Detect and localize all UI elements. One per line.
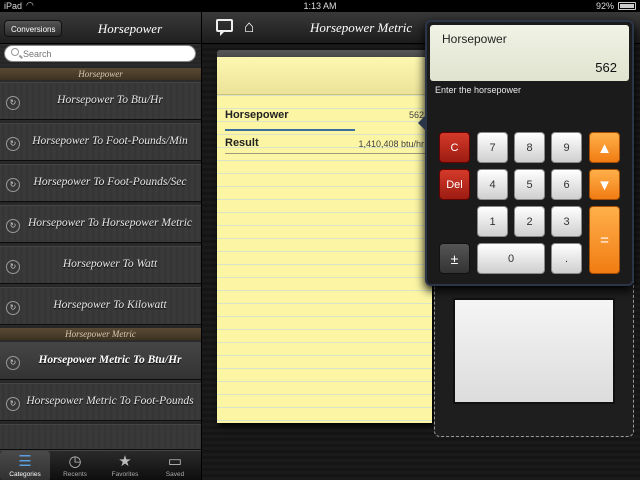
page-title: Horsepower Metric: [310, 20, 413, 35]
status-bar: iPad ◠ 1:13 AM 92%: [0, 0, 640, 12]
tab-saved[interactable]: ▭ Saved: [150, 451, 200, 480]
list-item[interactable]: ↻ Horsepower To Kilowatt: [0, 287, 201, 325]
wifi-icon: ◠: [26, 0, 34, 10]
convert-icon: ↻: [6, 137, 20, 151]
list-item-partial[interactable]: [0, 424, 201, 450]
display-label: Horsepower: [442, 32, 507, 46]
calculator-display: Horsepower 562: [430, 25, 629, 81]
search-bar[interactable]: [4, 45, 196, 62]
key-5[interactable]: 5: [514, 169, 545, 200]
convert-icon: ↻: [6, 260, 20, 274]
list-item-label: Horsepower To Btu/Hr: [57, 94, 163, 106]
tab-label: Saved: [165, 471, 185, 478]
convert-icon: ↻: [6, 178, 20, 192]
down-arrow-button[interactable]: ▼: [589, 169, 620, 200]
back-button[interactable]: Conversions: [4, 20, 63, 37]
list-item-label: Horsepower To Foot-Pounds/Sec: [33, 176, 187, 188]
list-item[interactable]: ↻ Horsepower To Foot-Pounds/Sec: [0, 164, 201, 202]
calculator-popover: Horsepower 562 Enter the horsepower C 7 …: [418, 20, 634, 286]
sidebar-title: Horsepower: [97, 21, 163, 36]
clock-icon: ◷: [68, 453, 82, 470]
convert-icon: ↻: [6, 96, 20, 110]
notepad-curl: [217, 57, 432, 95]
display-value: 562: [595, 60, 617, 75]
list-item-label: Horsepower Metric To Foot-Pounds: [26, 395, 194, 407]
key-0[interactable]: 0: [477, 243, 545, 274]
up-arrow-button[interactable]: ▲: [589, 132, 620, 163]
carrier-label: iPad: [4, 1, 23, 11]
convert-icon: ↻: [6, 219, 20, 233]
convert-icon: ↻: [6, 301, 20, 315]
tab-bar: ☰ Categories ◷ Recents ★ Favorites ▭ Sav…: [0, 450, 201, 480]
list-item-label: Horsepower To Watt: [62, 258, 158, 270]
decimal-button[interactable]: .: [551, 243, 582, 274]
tab-favorites[interactable]: ★ Favorites: [100, 451, 150, 480]
list-item[interactable]: ↻ Horsepower To Btu/Hr: [0, 82, 201, 120]
key-2[interactable]: 2: [514, 206, 545, 237]
section-header-horsepower: Horsepower: [0, 68, 201, 80]
tab-label: Favorites: [111, 471, 139, 478]
search-icon: [11, 48, 19, 56]
list-item[interactable]: ↻ Horsepower To Horsepower Metric: [0, 205, 201, 243]
tab-label: Categories: [9, 471, 41, 478]
result-label: Result: [225, 137, 259, 149]
sidebar-header: Conversions Horsepower: [0, 12, 201, 44]
key-3[interactable]: 3: [551, 206, 582, 237]
sidebar: Conversions Horsepower Horsepower ↻ Hors…: [0, 12, 201, 450]
list-item[interactable]: ↻ Horsepower To Watt: [0, 246, 201, 284]
white-card: [453, 298, 615, 404]
convert-icon: ↻: [6, 397, 20, 411]
list-item-selected[interactable]: ↻ Horsepower Metric To Btu/Hr: [0, 342, 201, 380]
tab-label: Recents: [63, 471, 87, 478]
folder-icon: ▭: [167, 453, 183, 470]
key-1[interactable]: 1: [477, 206, 508, 237]
battery-icon: [618, 2, 636, 10]
star-icon: ★: [118, 453, 132, 470]
chat-icon[interactable]: [216, 19, 233, 36]
plus-minus-button[interactable]: ±: [439, 243, 470, 274]
list-item-label: Horsepower To Horsepower Metric: [27, 217, 193, 229]
search-input[interactable]: [23, 47, 193, 60]
key-4[interactable]: 4: [477, 169, 508, 200]
result-value: 1,410,408 btu/hr: [358, 139, 424, 149]
list-item[interactable]: ↻ Horsepower Metric To Foot-Pounds: [0, 383, 201, 421]
input-label: Horsepower: [225, 109, 289, 121]
list-item-label: Horsepower To Foot-Pounds/Min: [32, 135, 188, 147]
equals-button[interactable]: =: [589, 206, 620, 274]
key-6[interactable]: 6: [551, 169, 582, 200]
home-icon[interactable]: ⌂: [244, 17, 254, 37]
list-item[interactable]: ↻ Horsepower To Foot-Pounds/Min: [0, 123, 201, 161]
convert-icon: ↻: [6, 356, 20, 370]
clear-button[interactable]: C: [439, 132, 470, 163]
notepad: Horsepower 562 Result 1,410,408 btu/hr: [217, 57, 432, 423]
battery-percent: 92%: [595, 1, 614, 11]
delete-button[interactable]: Del: [439, 169, 470, 200]
tab-categories[interactable]: ☰ Categories: [0, 451, 50, 480]
list-item-label: Horsepower To Kilowatt: [53, 299, 167, 311]
key-9[interactable]: 9: [551, 132, 582, 163]
calculator-prompt: Enter the horsepower: [435, 85, 522, 95]
tab-recents[interactable]: ◷ Recents: [50, 451, 100, 480]
key-8[interactable]: 8: [514, 132, 545, 163]
result-underline: [225, 153, 425, 154]
input-underline: [225, 129, 355, 131]
list-item-label: Horsepower Metric To Btu/Hr: [38, 354, 182, 366]
key-7[interactable]: 7: [477, 132, 508, 163]
section-header-horsepower-metric: Horsepower Metric: [0, 328, 201, 340]
list-icon: ☰: [18, 453, 32, 470]
status-time: 1:13 AM: [303, 1, 337, 11]
popover-pointer: [418, 114, 427, 132]
